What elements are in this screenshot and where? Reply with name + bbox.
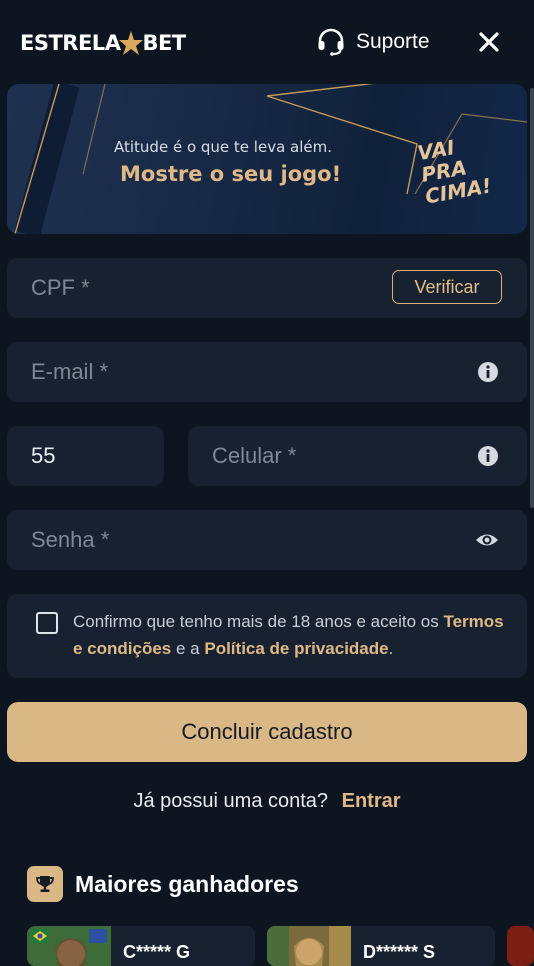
banner-slogan: VAI PRA CIMA! xyxy=(416,130,496,208)
terms-text: Confirmo que tenho mais de 18 anos e ace… xyxy=(73,608,513,662)
support-button[interactable]: Suporte xyxy=(316,27,430,57)
star-icon xyxy=(119,31,144,55)
banner-tagline: Atitude é o que te leva além. xyxy=(114,138,332,156)
cpf-field[interactable]: CPF * Verificar xyxy=(7,258,527,318)
logo-text-left: ESTRELA xyxy=(20,31,121,55)
terms-prefix: Confirmo que tenho mais de 18 anos e ace… xyxy=(73,612,439,631)
info-icon[interactable] xyxy=(477,361,499,383)
login-link[interactable]: Entrar xyxy=(342,790,401,812)
trophy-icon xyxy=(36,876,54,892)
terms-suffix: . xyxy=(388,639,394,658)
phone-field[interactable]: Celular * xyxy=(188,426,527,486)
privacy-link[interactable]: Política de privacidade xyxy=(204,639,388,658)
close-button[interactable] xyxy=(476,28,502,56)
login-question: Já possui uma conta? xyxy=(133,790,329,812)
support-label: Suporte xyxy=(356,30,430,53)
terms-mid: e a xyxy=(171,639,205,658)
logo-text-right: BET xyxy=(142,31,186,55)
phone-placeholder: Celular * xyxy=(212,443,297,468)
terms-box: Confirmo que tenho mais de 18 anos e ace… xyxy=(7,594,527,678)
eye-icon[interactable] xyxy=(475,529,499,551)
banner-headline: Mostre o seu jogo! xyxy=(120,162,342,186)
close-icon xyxy=(479,32,499,52)
country-code-value: 55 xyxy=(31,443,56,468)
verify-button[interactable]: Verificar xyxy=(392,270,502,304)
winner-card-partial[interactable] xyxy=(507,926,534,966)
app-header: ESTRELA BET Suporte xyxy=(0,0,534,84)
email-field[interactable]: E-mail * xyxy=(7,342,527,402)
submit-button[interactable]: Concluir cadastro xyxy=(7,702,527,762)
country-code-field[interactable]: 55 xyxy=(7,426,164,486)
cpf-placeholder: CPF * xyxy=(31,275,90,300)
winners-title: Maiores ganhadores xyxy=(75,870,299,897)
info-icon[interactable] xyxy=(477,445,499,467)
password-placeholder: Senha * xyxy=(31,527,110,552)
winner-name: D****** S xyxy=(363,942,436,962)
winner-thumbnail xyxy=(267,926,351,966)
estrelabet-logo[interactable]: ESTRELA BET xyxy=(20,30,186,56)
login-prompt: Já possui uma conta? Entrar xyxy=(0,790,534,813)
winner-card[interactable]: D****** S xyxy=(267,926,495,966)
headset-icon xyxy=(318,28,344,56)
email-placeholder: E-mail * xyxy=(31,359,109,384)
winner-card[interactable]: C***** G xyxy=(27,926,255,966)
winner-name: C***** G xyxy=(123,942,191,962)
password-field[interactable]: Senha * xyxy=(7,510,527,570)
scrollbar[interactable] xyxy=(530,88,534,508)
winners-header: Maiores ganhadores xyxy=(27,866,299,902)
trophy-badge xyxy=(27,866,63,902)
terms-checkbox[interactable] xyxy=(36,612,58,634)
winner-thumbnail xyxy=(27,926,111,966)
promo-banner[interactable]: Atitude é o que te leva além. Mostre o s… xyxy=(7,84,527,234)
